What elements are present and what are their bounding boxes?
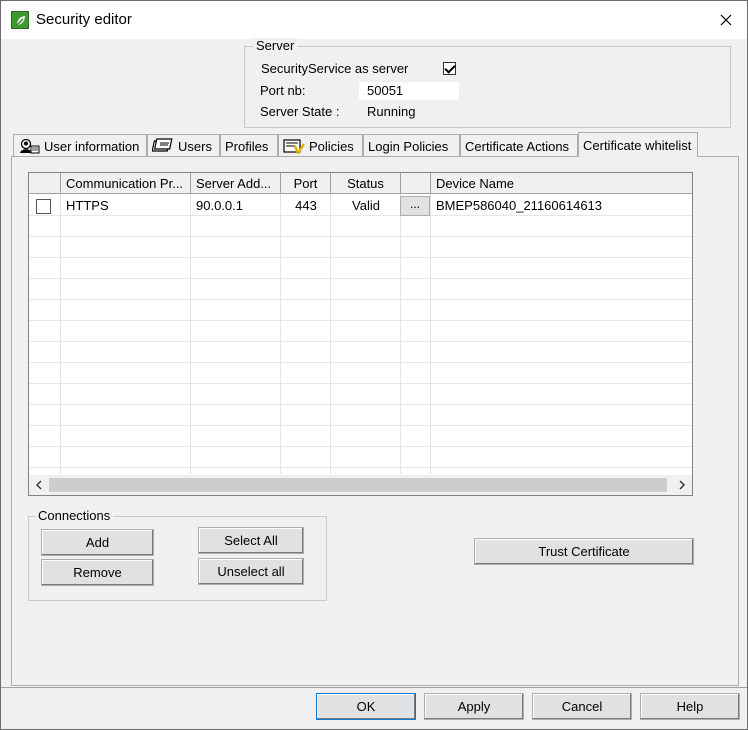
tab-policies[interactable]: Policies [278,134,363,157]
scroll-left-button[interactable] [29,475,49,495]
server-address-cell: 90.0.0.1 [196,198,243,213]
close-icon [720,14,732,26]
protocol-cell: HTTPS [66,198,109,213]
security-editor-window: Security editor Server SecurityService a… [0,0,748,730]
device-name-cell: BMEP586040_21160614613 [436,198,603,213]
remove-button[interactable]: Remove [41,559,154,586]
empty-row [29,279,692,300]
select-all-button[interactable]: Select All [198,527,304,554]
empty-row [29,258,692,279]
add-button[interactable]: Add [41,529,154,556]
server-legend: Server [253,38,298,53]
server-state-value: Running [367,104,416,119]
empty-row [29,321,692,342]
row-select-checkbox[interactable] [36,199,51,214]
tab-user-information[interactable]: User information [13,134,147,157]
window-title: Security editor [36,11,132,28]
port-label: Port nb: [260,83,306,98]
empty-row [29,300,692,321]
column-header-status[interactable]: Status [331,173,401,194]
tab-certificate-whitelist[interactable]: Certificate whitelist [578,132,698,157]
app-icon [11,11,29,29]
empty-row [29,237,692,258]
column-header-action[interactable] [401,173,431,194]
chevron-left-icon [36,480,42,490]
scroll-thumb[interactable] [49,478,667,492]
trust-certificate-button[interactable]: Trust Certificate [474,538,694,565]
empty-row [29,342,692,363]
tab-label: Login Policies [368,138,449,154]
tab-profiles[interactable]: Profiles [220,134,278,157]
empty-row [29,447,692,468]
tab-label: Policies [309,138,354,154]
connections-legend: Connections [35,508,114,523]
tab-label: Certificate Actions [465,138,570,154]
status-cell: Valid [352,198,380,213]
policies-icon [283,138,305,156]
tab-label: Certificate whitelist [583,137,692,153]
column-header-select[interactable] [29,173,61,194]
apply-button[interactable]: Apply [424,693,524,720]
tab-users[interactable]: Users [147,134,220,157]
empty-row [29,405,692,426]
port-field[interactable]: 50051 [359,82,459,100]
column-header-protocol[interactable]: Communication Pr... [61,173,191,194]
footer-divider [1,687,747,688]
column-header-server-address[interactable]: Server Add... [191,173,281,194]
column-header-port[interactable]: Port [281,173,331,194]
port-cell: 443 [295,198,317,213]
tab-login-policies[interactable]: Login Policies [363,134,460,157]
as-server-checkbox[interactable] [443,62,456,75]
ok-button[interactable]: OK [316,693,416,720]
details-button[interactable]: ... [400,196,430,216]
empty-row [29,216,692,237]
unselect-all-button[interactable]: Unselect all [198,558,304,585]
tab-strip: User information Users Profiles Policies… [13,132,743,157]
certificate-grid[interactable]: Communication Pr... Server Add... Port S… [28,172,693,496]
empty-row [29,384,692,405]
empty-row [29,363,692,384]
grid-header: Communication Pr... Server Add... Port S… [29,173,692,194]
column-header-device-name[interactable]: Device Name [431,173,692,194]
server-state-label: Server State : [260,104,340,119]
tab-certificate-actions[interactable]: Certificate Actions [460,134,578,157]
chevron-right-icon [679,480,685,490]
tab-label: Users [178,138,212,154]
table-row[interactable]: HTTPS 90.0.0.1 443 Valid ... BMEP586040_… [29,195,692,216]
empty-row [29,426,692,447]
server-group: Server SecurityService as server Port nb… [244,38,731,128]
user-info-icon [18,138,40,154]
cancel-button[interactable]: Cancel [532,693,632,720]
tab-label: Profiles [225,138,269,154]
users-icon [151,138,174,154]
title-bar: Security editor [1,1,747,39]
as-server-label: SecurityService as server [261,61,409,76]
horizontal-scrollbar[interactable] [29,475,692,495]
tab-label: User information [44,138,140,154]
close-button[interactable] [705,2,747,38]
scroll-right-button[interactable] [672,475,692,495]
help-button[interactable]: Help [640,693,740,720]
